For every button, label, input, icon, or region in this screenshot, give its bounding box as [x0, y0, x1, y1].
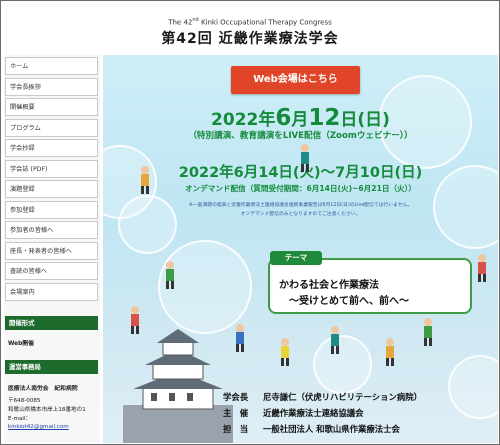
sidebar-item-for-chairs-presenters[interactable]: 座長・発表者の皆様へ	[5, 242, 98, 260]
notice-line-1: ※一般演題の発表と近畿作業療法士連絡協議会連携事業報告は6月12日(日)のLiv…	[188, 203, 413, 208]
format-section-heading: 開催形式	[5, 316, 98, 330]
office-address: 和歌山県橋本市岸上18番地の1	[8, 407, 86, 413]
congress-english-title: The 42nd Kinki Occupational Therapy Cong…	[168, 17, 332, 27]
site-header: The 42nd Kinki Occupational Therapy Cong…	[1, 1, 499, 53]
sidebar-item-for-reviewers[interactable]: 査読の皆様へ	[5, 262, 98, 280]
sidebar-item-abstracts[interactable]: 学会抄録	[5, 139, 98, 157]
castle-illustration	[123, 329, 233, 443]
credit-name-president: 尼寺謙仁（伏虎リハビリテーション病院）	[263, 392, 422, 402]
person-illustration	[281, 338, 289, 366]
sidebar-item-for-participants[interactable]: 参加者の皆様へ	[5, 221, 98, 239]
office-email-link[interactable]: kinkiot42@gmail.com	[8, 424, 69, 430]
notice-line-2: オンデマンド配信のみとなりますのでご注意ください。	[240, 212, 361, 217]
credit-role-organizer: 主 催	[223, 408, 249, 418]
credit-name-host: 一般社団法人 和歌山県作業療法士会	[263, 424, 400, 434]
credit-name-organizer: 近畿作業療法士連絡協議会	[263, 408, 364, 418]
person-illustration	[236, 324, 244, 352]
person-illustration	[301, 144, 309, 172]
sidebar-item-overview[interactable]: 開催概要	[5, 98, 98, 116]
theme-line-2: ～受けとめて前へ、前へ～	[289, 296, 409, 307]
web-venue-button[interactable]: Web会場はこちら	[231, 66, 360, 94]
live-date: 2022年6月12日(日)	[211, 105, 390, 131]
person-illustration	[331, 326, 339, 354]
person-illustration	[166, 261, 174, 289]
office-name: 医療法人南労会 紀和病院	[8, 386, 78, 392]
office-email-label: E-mail：	[8, 416, 32, 422]
person-illustration	[386, 338, 394, 366]
sidebar-item-home[interactable]: ホーム	[5, 57, 98, 75]
theme-line-1: かわる社会と作業療法	[279, 280, 379, 291]
person-illustration	[478, 254, 486, 282]
sidebar-item-participant-registration[interactable]: 参加登録	[5, 201, 98, 219]
person-illustration	[141, 166, 149, 194]
office-section-heading: 運営事務局	[5, 360, 98, 374]
app-window: The 42nd Kinki Occupational Therapy Cong…	[0, 0, 500, 445]
ondemand-date-subtitle: オンデマンド配信（質問受付期間：6月14日(火)~6月21日（火））	[184, 184, 417, 193]
person-illustration	[131, 306, 139, 334]
credit-role-host: 担 当	[223, 424, 249, 434]
theme-tag: テーマ	[270, 251, 322, 265]
sidebar-item-program[interactable]: プログラム	[5, 119, 98, 137]
sidebar-item-abstract-registration[interactable]: 演題登録	[5, 180, 98, 198]
hero-banner: Web会場はこちら 2022年6月12日(日) （特別講演、教育講演をLIVE配…	[103, 55, 498, 443]
clock-decoration	[313, 335, 372, 394]
sidebar: ホーム 学会長挨拶 開催概要 プログラム 学会抄録 学会誌 (PDF) 演題登録…	[4, 55, 100, 443]
page-title: 第42回 近畿作業療法学会	[161, 31, 339, 47]
office-postal: 〒648-0085	[8, 398, 41, 404]
clock-decoration	[448, 355, 498, 419]
credit-role-president: 学会長	[223, 392, 249, 402]
sidebar-item-venue[interactable]: 会場案内	[5, 283, 98, 301]
format-text: Web開催	[8, 341, 34, 347]
person-illustration	[424, 318, 432, 346]
sidebar-item-journal-pdf[interactable]: 学会誌 (PDF)	[5, 160, 98, 178]
live-date-subtitle: （特別講演、教育講演をLIVE配信（Zoomウェビナー））	[188, 131, 413, 141]
sidebar-item-greeting[interactable]: 学会長挨拶	[5, 78, 98, 96]
